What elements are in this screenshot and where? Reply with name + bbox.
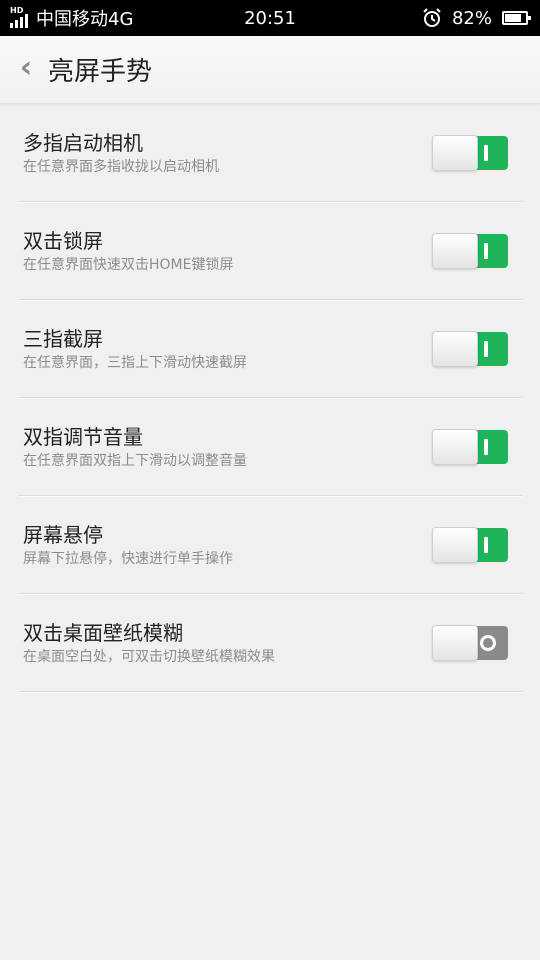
toggle-on-icon bbox=[484, 536, 488, 553]
page-title: 亮屏手势 bbox=[48, 57, 153, 87]
hd-badge: HD bbox=[10, 6, 24, 15]
toggle-on-icon bbox=[484, 340, 488, 357]
toggle-on-icon bbox=[484, 242, 488, 259]
toggle-knob bbox=[432, 526, 478, 563]
setting-description: 屏幕下拉悬停，快速进行单手操作 bbox=[23, 550, 233, 567]
status-bar: HD 中国移动4G 20:51 82% bbox=[0, 0, 540, 36]
setting-title: 双击锁屏 bbox=[23, 228, 103, 253]
status-left: HD 中国移动4G bbox=[0, 5, 133, 31]
signal-icon: HD bbox=[10, 6, 28, 28]
toggle-switch[interactable] bbox=[432, 428, 508, 465]
setting-row-multi-finger-camera[interactable]: 多指启动相机 在任意界面多指收拢以启动相机 bbox=[18, 104, 522, 202]
settings-list: 多指启动相机 在任意界面多指收拢以启动相机 双击锁屏 在任意界面快速双击HOME… bbox=[18, 104, 522, 692]
toggle-knob bbox=[432, 624, 478, 661]
toggle-switch[interactable] bbox=[432, 330, 508, 367]
toggle-switch[interactable] bbox=[432, 134, 508, 171]
toggle-on-icon bbox=[484, 438, 488, 455]
setting-row-wallpaper-blur[interactable]: 双击桌面壁纸模糊 在桌面空白处，可双击切换壁纸模糊效果 bbox=[18, 594, 522, 692]
setting-title: 三指截屏 bbox=[23, 326, 103, 351]
status-right: 82% bbox=[422, 8, 540, 29]
setting-description: 在任意界面多指收拢以启动相机 bbox=[23, 158, 219, 175]
toggle-knob bbox=[432, 134, 478, 171]
setting-description: 在桌面空白处，可双击切换壁纸模糊效果 bbox=[23, 648, 275, 665]
setting-description: 在任意界面，三指上下滑动快速截屏 bbox=[23, 354, 247, 371]
setting-row-screen-hover[interactable]: 屏幕悬停 屏幕下拉悬停，快速进行单手操作 bbox=[18, 496, 522, 594]
setting-title: 双击桌面壁纸模糊 bbox=[23, 620, 183, 645]
toggle-switch[interactable] bbox=[432, 526, 508, 563]
setting-title: 屏幕悬停 bbox=[23, 522, 103, 547]
back-button[interactable]: ‹ bbox=[0, 36, 46, 103]
alarm-icon bbox=[422, 8, 442, 28]
setting-row-two-finger-volume[interactable]: 双指调节音量 在任意界面双指上下滑动以调整音量 bbox=[18, 398, 522, 496]
toggle-switch[interactable] bbox=[432, 232, 508, 269]
setting-title: 多指启动相机 bbox=[23, 130, 143, 155]
toggle-on-icon bbox=[484, 144, 488, 161]
toggle-knob bbox=[432, 428, 478, 465]
toggle-knob bbox=[432, 232, 478, 269]
setting-description: 在任意界面快速双击HOME键锁屏 bbox=[23, 256, 234, 273]
setting-row-double-tap-lock[interactable]: 双击锁屏 在任意界面快速双击HOME键锁屏 bbox=[18, 202, 522, 300]
setting-description: 在任意界面双指上下滑动以调整音量 bbox=[23, 452, 247, 469]
battery-icon bbox=[502, 11, 531, 25]
app-header: ‹ 亮屏手势 bbox=[0, 36, 540, 104]
clock: 20:51 bbox=[244, 7, 296, 29]
back-icon: ‹ bbox=[19, 49, 33, 85]
toggle-off-icon bbox=[480, 634, 496, 651]
carrier-label: 中国移动4G bbox=[36, 9, 134, 30]
toggle-switch[interactable] bbox=[432, 624, 508, 661]
setting-row-three-finger-screenshot[interactable]: 三指截屏 在任意界面，三指上下滑动快速截屏 bbox=[18, 300, 522, 398]
setting-title: 双指调节音量 bbox=[23, 424, 143, 449]
toggle-knob bbox=[432, 330, 478, 367]
battery-percent: 82% bbox=[451, 7, 492, 29]
